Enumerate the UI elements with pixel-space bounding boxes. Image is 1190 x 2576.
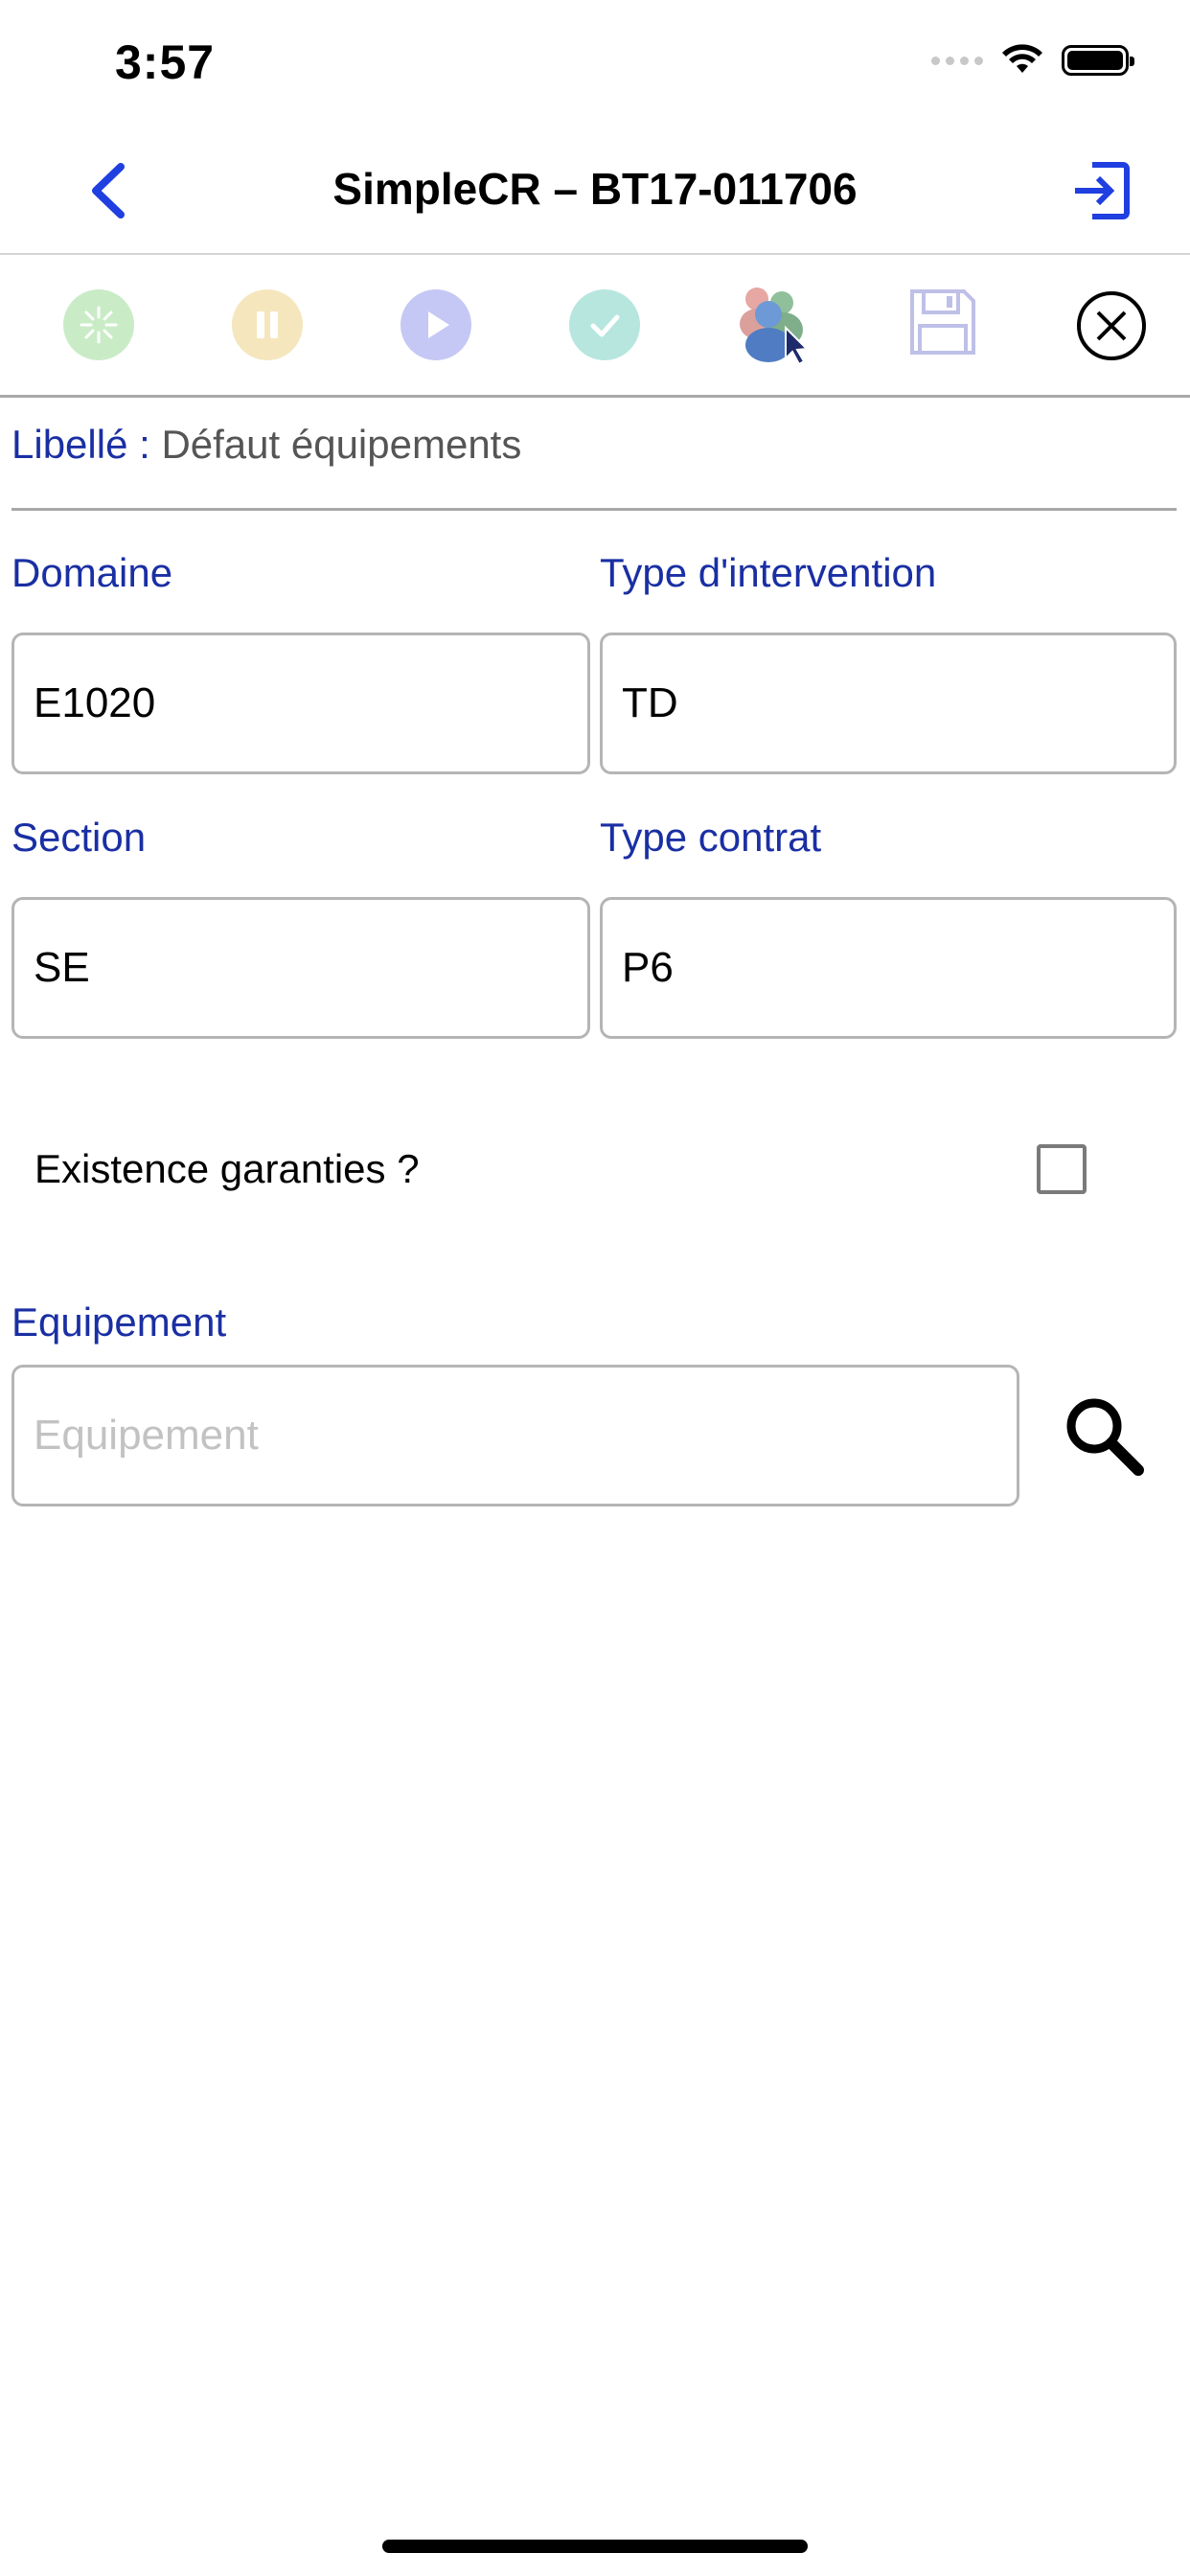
- page-title: SimpleCR – BT17-011706: [332, 164, 858, 214]
- save-button[interactable]: [906, 286, 979, 358]
- equipement-label: Equipement: [11, 1300, 227, 1345]
- pause-button[interactable]: [232, 289, 305, 362]
- loading-icon: [63, 289, 134, 360]
- play-icon: [400, 289, 471, 360]
- toolbar: [0, 255, 1190, 398]
- status-icons: [931, 44, 1134, 77]
- domaine-field[interactable]: E1020: [11, 632, 590, 774]
- close-icon: [1077, 291, 1146, 360]
- type-contrat-field[interactable]: P6: [600, 897, 1177, 1039]
- section-field[interactable]: SE: [11, 897, 590, 1039]
- wifi-icon: [1002, 44, 1042, 73]
- status-time: 3:57: [115, 35, 216, 89]
- type-contrat-label: Type contrat: [600, 815, 822, 860]
- validate-button[interactable]: [569, 289, 642, 362]
- type-contrat-value: P6: [622, 944, 674, 991]
- check-icon: [569, 289, 640, 360]
- close-button[interactable]: [1075, 289, 1148, 362]
- exit-icon: [1075, 162, 1130, 219]
- loading-button[interactable]: [63, 289, 136, 362]
- garanties-checkbox[interactable]: [1037, 1144, 1087, 1194]
- search-icon: [1066, 1398, 1144, 1476]
- section-label: Section: [11, 815, 147, 860]
- battery-icon: [1062, 45, 1134, 76]
- users-icon: [740, 288, 810, 366]
- divider: [11, 508, 1177, 511]
- garanties-label: Existence garanties ?: [34, 1146, 420, 1191]
- nav-bar: SimpleCR – BT17-011706: [0, 130, 1190, 255]
- equipement-placeholder: Equipement: [34, 1412, 259, 1459]
- type-intervention-value: TD: [622, 679, 678, 726]
- play-button[interactable]: [400, 289, 473, 362]
- save-icon: [910, 289, 975, 355]
- pause-icon: [232, 289, 303, 360]
- domaine-value: E1020: [34, 679, 156, 726]
- search-button[interactable]: [1062, 1393, 1148, 1480]
- signal-icon: [931, 56, 983, 65]
- libelle-value: Défaut équipements: [161, 422, 522, 467]
- exit-button[interactable]: [1069, 159, 1133, 222]
- libelle-label: Libellé :: [11, 422, 150, 467]
- home-indicator: [382, 2540, 808, 2553]
- section-value: SE: [34, 944, 90, 991]
- domaine-label: Domaine: [11, 550, 173, 595]
- libelle-row: Libellé : Défaut équipements: [11, 422, 521, 468]
- equipement-field[interactable]: Equipement: [11, 1365, 1019, 1506]
- status-bar: 3:57: [0, 0, 1190, 130]
- type-intervention-label: Type d'intervention: [600, 550, 937, 595]
- type-intervention-field[interactable]: TD: [600, 632, 1177, 774]
- assign-users-button[interactable]: [732, 280, 818, 366]
